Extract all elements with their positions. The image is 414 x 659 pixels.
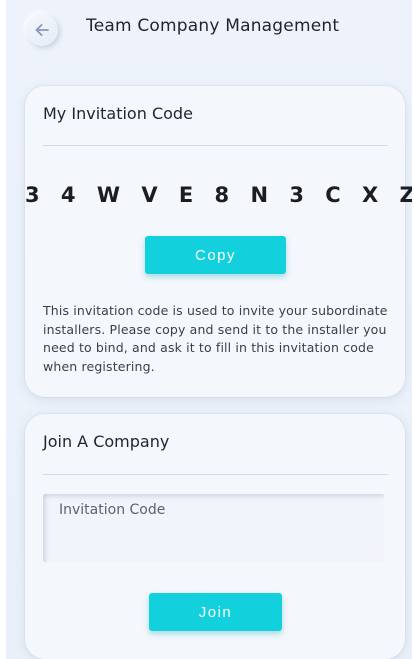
header: Team Company Management	[6, 0, 412, 62]
invitation-description: This invitation code is used to invite y…	[43, 303, 388, 374]
invitation-card-divider	[43, 145, 388, 146]
invitation-code-input-box	[43, 494, 384, 562]
team-company-management-screen: Team Company Management My Invitation Co…	[6, 0, 412, 659]
join-card-divider	[43, 474, 388, 475]
invitation-code-input[interactable]	[43, 494, 384, 562]
arrow-left-icon	[33, 21, 51, 39]
join-button[interactable]: Join	[149, 593, 282, 631]
back-button[interactable]	[26, 14, 58, 46]
join-company-card: Join A Company Join	[25, 414, 405, 659]
invitation-code-card: My Invitation Code 3 4 W V E 8 N 3 C X Z…	[25, 86, 412, 397]
page-title: Team Company Management	[86, 16, 340, 36]
invitation-card-title: My Invitation Code	[43, 104, 193, 123]
join-card-title: Join A Company	[43, 432, 170, 451]
invitation-code-value: 3 4 W V E 8 N 3 C X Z	[25, 183, 412, 207]
copy-button[interactable]: Copy	[145, 236, 286, 274]
